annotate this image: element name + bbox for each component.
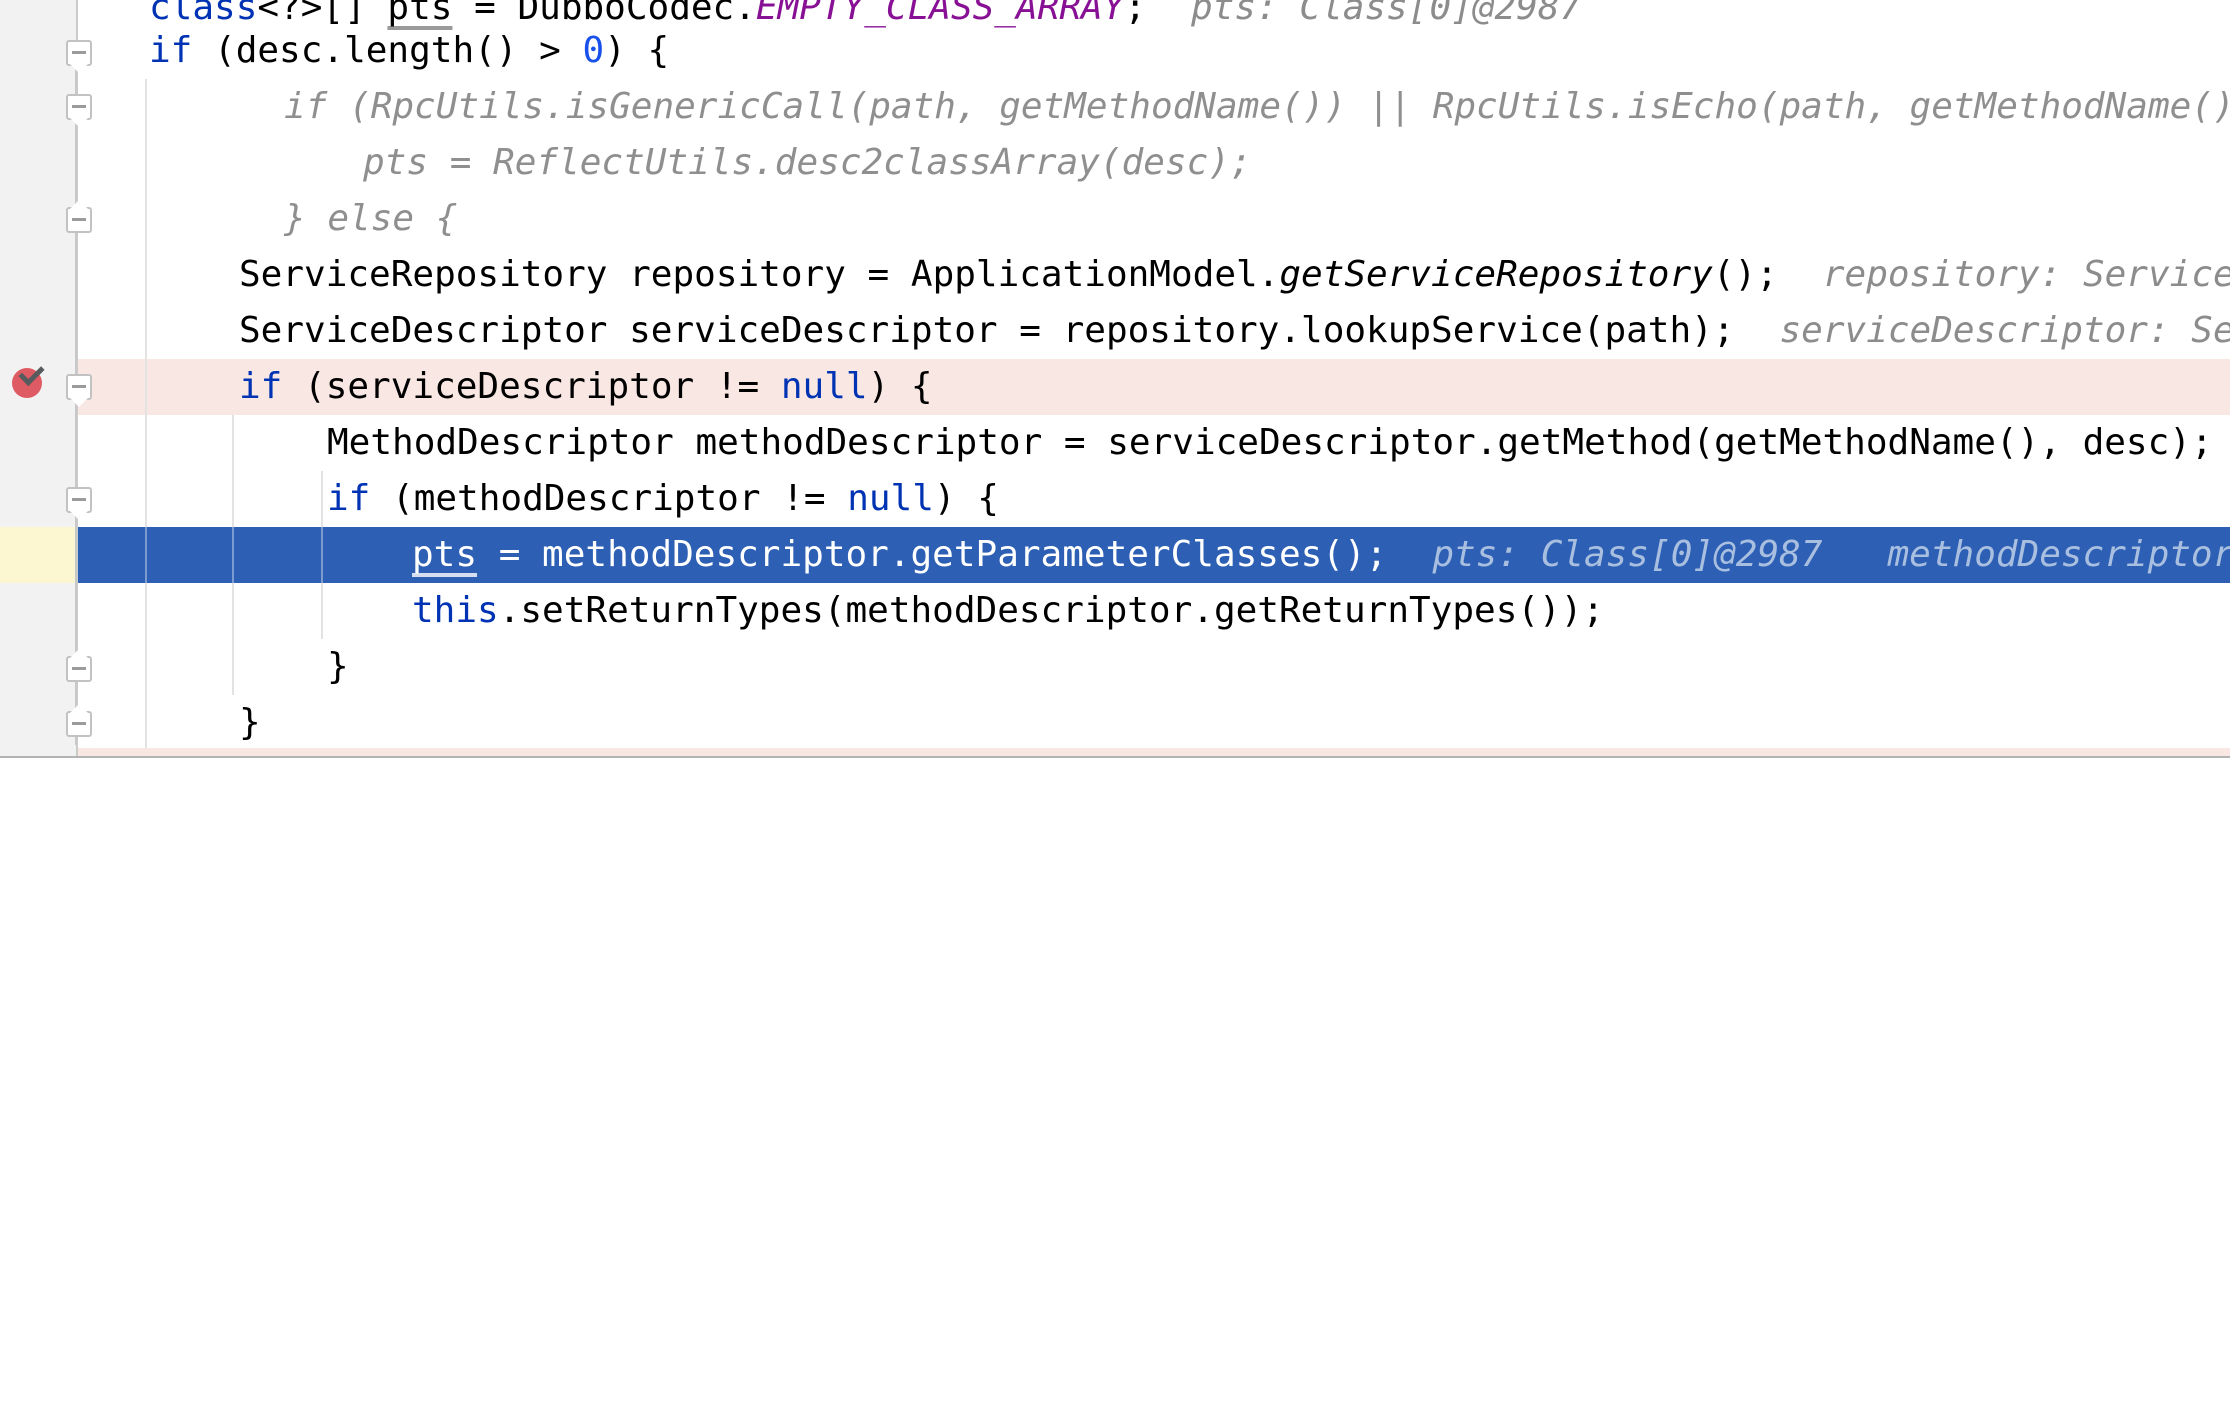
code-text: } [327, 646, 349, 687]
fold-marker-collapse-end-icon[interactable] [66, 200, 92, 233]
code-line[interactable]: pts = ReflectUtils.desc2classArray(desc)… [363, 135, 1252, 191]
code-text: ServiceDescriptor serviceDescriptor = re… [239, 310, 1735, 351]
null-keyword: null [847, 478, 934, 519]
code-text: (desc.length() > [192, 30, 583, 71]
code-text: = methodDescriptor.getParameterClasses()… [477, 534, 1388, 575]
ide-window: class<?>[] pts = DubboCodec.EMPTY_CLASS_… [0, 0, 2230, 1410]
variable: pts [412, 534, 478, 575]
debug-tool-window: Consumer × [0, 756, 2230, 1410]
keyword: if [239, 366, 283, 407]
fold-marker-collapse-end-icon[interactable] [66, 649, 92, 682]
code-text: ; [1124, 0, 1147, 28]
code-text: ) { [867, 366, 933, 407]
code-text: } [239, 702, 261, 743]
code-text: pts = ReflectUtils.desc2classArray(desc)… [363, 142, 1252, 183]
indent-guide [321, 471, 323, 527]
fold-marker-collapse-icon[interactable] [66, 40, 92, 73]
inline-debug-hint: repository: ServiceRepository@2988 [1822, 254, 2230, 295]
indent-guide [232, 583, 234, 695]
null-keyword: null [780, 366, 868, 407]
fold-marker-collapse-end-icon[interactable] [66, 704, 92, 737]
fold-marker-collapse-icon[interactable] [66, 487, 92, 520]
keyword: if [149, 30, 193, 71]
indent-guide [321, 527, 323, 583]
code-text: ) { [933, 478, 999, 519]
code-line[interactable]: this.setReturnTypes(methodDescriptor.get… [412, 583, 1604, 639]
inline-debug-hint: pts: Class[0]@2987 [1191, 0, 1582, 28]
code-text: } else { [284, 198, 458, 239]
indent-guide [232, 527, 234, 583]
code-text: (serviceDescriptor != [282, 366, 781, 407]
indent-guide [145, 79, 147, 527]
indent-guide [145, 527, 147, 583]
code-line[interactable]: ServiceDescriptor serviceDescriptor = re… [239, 303, 2230, 359]
constant: EMPTY_CLASS_ARRAY [755, 0, 1125, 28]
code-text: ) { [604, 30, 670, 71]
keyword: if [327, 478, 371, 519]
code-text: .setReturnTypes(methodDescriptor.getRetu… [498, 590, 1605, 631]
breakpoint-icon[interactable] [12, 368, 42, 398]
method-call: getServiceRepository [1279, 254, 1713, 295]
indent-guide [232, 415, 234, 527]
inline-debug-hint: serviceDescriptor: ServiceDescriptor@298… [1779, 310, 2230, 351]
this-keyword: this [412, 590, 499, 631]
code-line-execution-point[interactable]: pts = methodDescriptor.getParameterClass… [412, 527, 2230, 583]
code-editor[interactable]: class<?>[] pts = DubboCodec.EMPTY_CLASS_… [0, 0, 2230, 756]
code-text: if (RpcUtils.isGenericCall(path, getMeth… [284, 86, 2230, 127]
code-line[interactable]: if (RpcUtils.isGenericCall(path, getMeth… [284, 79, 2230, 135]
indent-guide [321, 583, 323, 639]
code-text: MethodDescriptor methodDescriptor = serv… [327, 422, 2213, 463]
code-line[interactable]: if (methodDescriptor != null) { [327, 471, 999, 527]
code-line[interactable]: } [327, 639, 349, 695]
fold-marker-collapse-icon[interactable] [66, 94, 92, 127]
code-line[interactable]: } else { [284, 191, 457, 247]
code-line[interactable]: if (desc.length() > 0) { [149, 23, 669, 79]
code-text: (methodDescriptor != [370, 478, 848, 519]
code-line[interactable]: } [239, 695, 261, 751]
code-text: (); [1712, 254, 1778, 295]
execution-gutter-highlight [0, 527, 76, 583]
code-line[interactable]: ServiceRepository repository = Applicati… [239, 247, 2230, 303]
code-line-breakpoint[interactable]: if (serviceDescriptor != null) { [239, 359, 933, 415]
number-literal: 0 [582, 30, 605, 71]
indent-guide [145, 583, 147, 748]
code-text: ServiceRepository repository = Applicati… [239, 254, 1280, 295]
breakpoint-line-highlight [76, 748, 2230, 756]
code-line[interactable]: MethodDescriptor methodDescriptor = serv… [327, 415, 2213, 471]
fold-marker-collapse-icon[interactable] [66, 374, 92, 407]
inline-debug-hint: pts: Class[0]@2987 methodDescriptor [1432, 534, 2230, 575]
